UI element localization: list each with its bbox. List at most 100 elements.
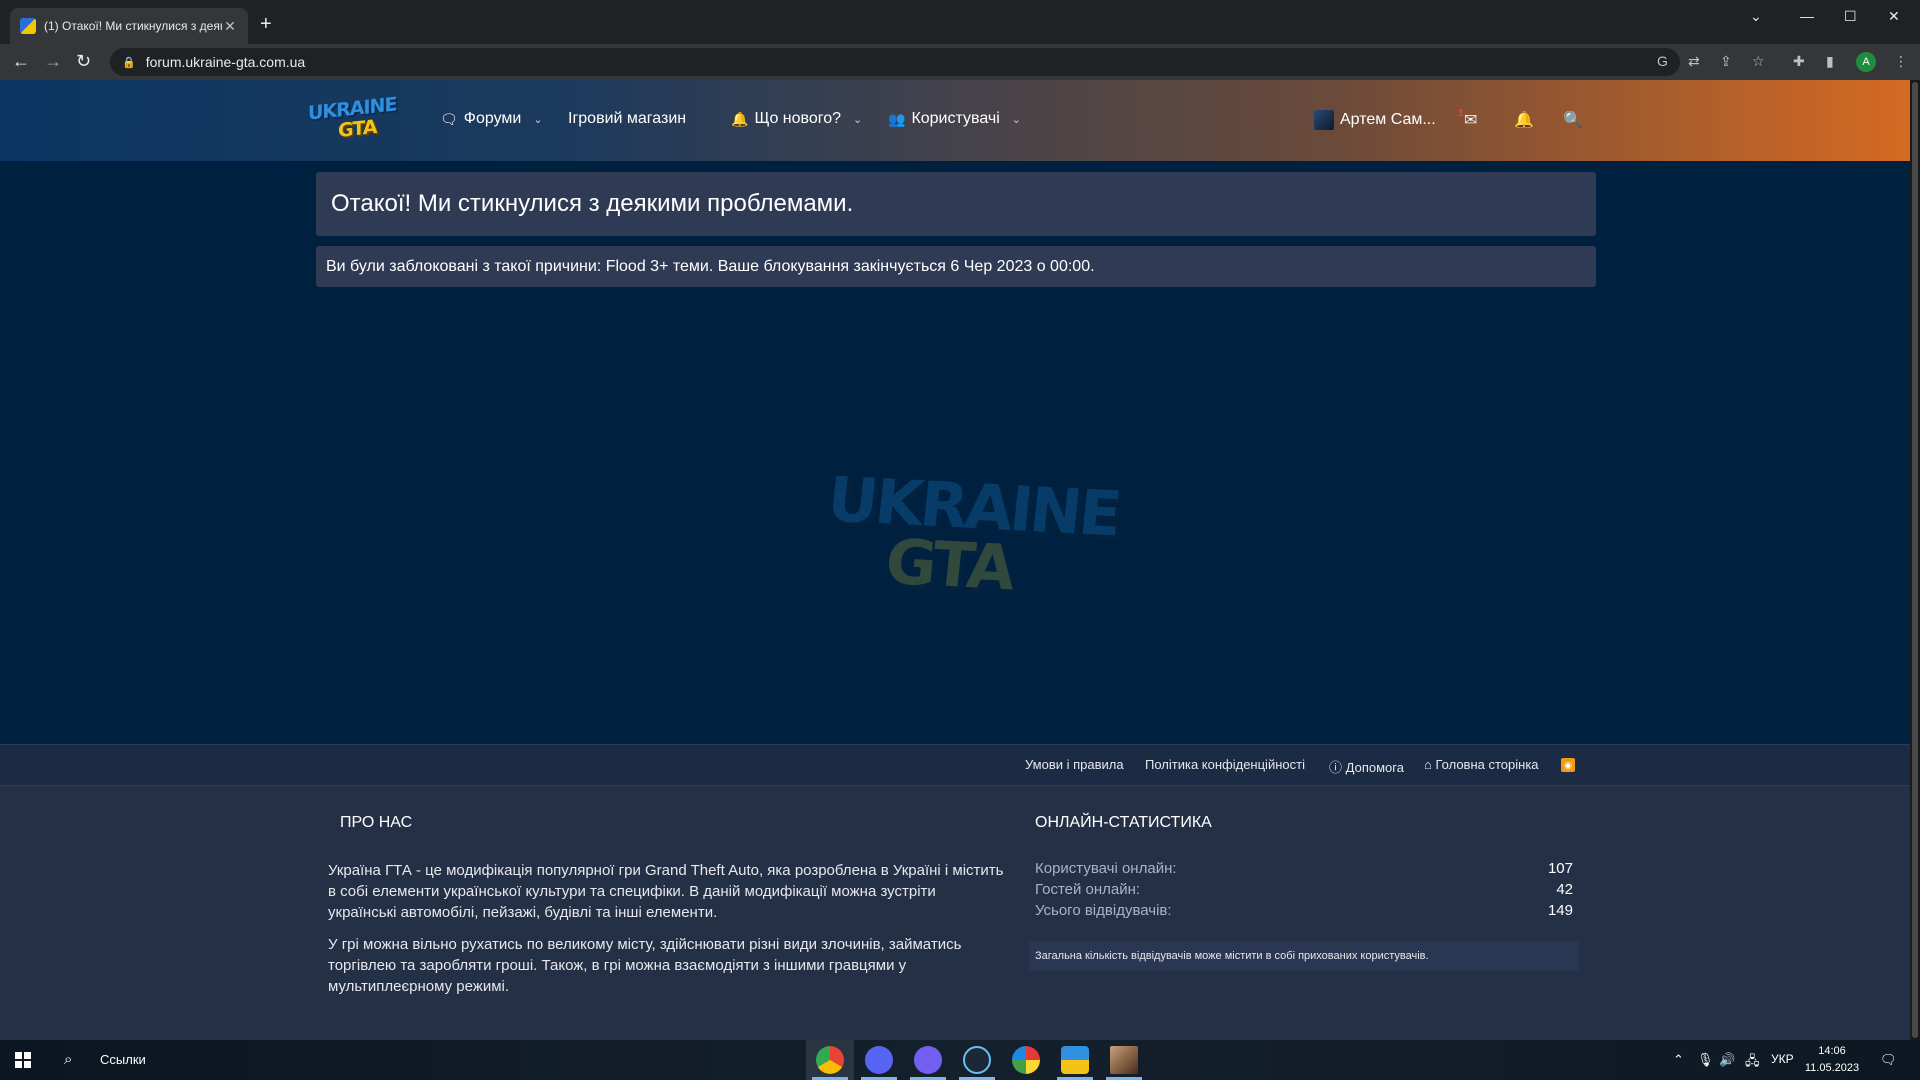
page-scrollbar[interactable] bbox=[1910, 80, 1920, 1040]
user-menu[interactable]: Артем Сам... bbox=[1314, 110, 1436, 130]
about-paragraph-2: У грі можна вільно рухатись по великому … bbox=[328, 936, 962, 995]
about-heading: ПРО НАС bbox=[340, 814, 413, 831]
logo-text-gta: GTA bbox=[338, 115, 377, 143]
side-panel-icon[interactable]: ▮ bbox=[1826, 53, 1834, 70]
inbox-icon[interactable]: ✉ bbox=[1464, 110, 1477, 130]
lock-icon[interactable]: 🔒 bbox=[122, 56, 136, 69]
notifications-icon[interactable]: 🗨 bbox=[1880, 1052, 1897, 1068]
help-link[interactable]: ⓘ Допомога bbox=[1329, 757, 1404, 776]
translate-icon[interactable]: ⇄ bbox=[1688, 53, 1700, 70]
stat-label: Гостей онлайн: bbox=[1035, 881, 1141, 898]
question-circle-icon: ⓘ bbox=[1329, 760, 1343, 775]
forward-icon[interactable]: → bbox=[44, 51, 62, 71]
clock-time: 14:06 bbox=[1818, 1045, 1846, 1057]
steam-icon[interactable] bbox=[963, 1046, 991, 1074]
user-name: Артем Сам... bbox=[1340, 111, 1436, 128]
browser-tab[interactable]: (1) Отакої! Ми стикнулися з деякими проб… bbox=[10, 8, 248, 44]
privacy-link[interactable]: Політика конфіденційності bbox=[1145, 757, 1305, 772]
home-icon: ⌂ bbox=[1424, 757, 1432, 772]
scrollbar-thumb[interactable] bbox=[1912, 82, 1918, 1038]
volume-icon[interactable]: 🔊 bbox=[1719, 1052, 1735, 1068]
site-logo[interactable]: UKRAINE GTA bbox=[308, 93, 396, 144]
discord-icon[interactable] bbox=[865, 1046, 893, 1074]
stat-value: 107 bbox=[1547, 860, 1573, 877]
color-picker-app-icon[interactable] bbox=[1012, 1046, 1040, 1074]
address-bar[interactable]: 🔒 forum.ukraine-gta.com.ua bbox=[110, 48, 1680, 76]
ban-message: Ви були заблоковані з такої причини: Flo… bbox=[316, 246, 1596, 287]
minimize-icon[interactable]: — bbox=[1800, 8, 1814, 24]
network-icon[interactable]: 🖧 bbox=[1745, 1052, 1760, 1074]
nav-forums-label: Форуми bbox=[463, 110, 522, 127]
watermark-text-gta: GTA bbox=[882, 524, 1017, 605]
reload-icon[interactable]: ↻ bbox=[76, 51, 91, 71]
error-title: Отакої! Ми стикнулися з деякими проблема… bbox=[316, 172, 1596, 236]
extensions-icon[interactable]: ✚ bbox=[1793, 53, 1805, 70]
windows-start-icon[interactable] bbox=[15, 1052, 31, 1068]
game-app-icon[interactable] bbox=[1110, 1046, 1138, 1074]
close-tab-icon[interactable]: ✕ bbox=[222, 18, 238, 35]
avatar bbox=[1314, 110, 1334, 130]
url-text[interactable]: forum.ukraine-gta.com.ua bbox=[146, 54, 306, 70]
nav-whats-new-label: Що нового? bbox=[754, 110, 842, 127]
nav-members[interactable]: 👥 Користувачі ⌄ bbox=[888, 110, 1021, 128]
close-window-icon[interactable]: ✕ bbox=[1888, 8, 1900, 25]
maximize-icon[interactable]: ☐ bbox=[1844, 8, 1857, 25]
windows-taskbar: ⌕ Ссылки ⌃ 🎙 🔊 🖧 УКР 14:06 11.05.2023 🗨 bbox=[0, 1040, 1920, 1080]
nav-whats-new[interactable]: 🔔 Що нового? ⌄ bbox=[731, 110, 862, 128]
ukraine-gta-launcher-icon[interactable] bbox=[1061, 1046, 1089, 1074]
tab-search-chevron-icon[interactable]: ⌄ bbox=[1750, 8, 1762, 25]
taskbar-clock[interactable]: 14:06 11.05.2023 bbox=[1804, 1043, 1860, 1077]
nav-members-label: Користувачі bbox=[911, 110, 1000, 127]
bookmark-star-icon[interactable]: ☆ bbox=[1752, 53, 1765, 70]
stat-value: 149 bbox=[1547, 902, 1573, 919]
stat-row-total-visitors: Усього відвідувачів: 149 bbox=[1035, 902, 1573, 919]
tray-overflow-chevron-icon[interactable]: ⌃ bbox=[1673, 1052, 1684, 1068]
rss-icon[interactable]: ◉ bbox=[1561, 758, 1575, 772]
web-page: UKRAINE GTA 🗨 Форуми ⌄ Ігровий магазин 🔔… bbox=[0, 80, 1910, 1040]
search-icon[interactable]: 🔍 bbox=[1563, 110, 1583, 130]
google-icon[interactable]: G bbox=[1657, 53, 1668, 69]
footer-links-bar: Умови і правила Політика конфіденційност… bbox=[0, 744, 1910, 786]
home-link[interactable]: ⌂ Головна сторінка bbox=[1424, 757, 1539, 772]
stats-heading: ОНЛАЙН-СТАТИСТИКА bbox=[1035, 814, 1212, 831]
stat-value: 42 bbox=[1556, 881, 1573, 898]
bell-icon: 🔔 bbox=[731, 110, 749, 127]
stat-row-guests-online: Гостей онлайн: 42 bbox=[1035, 881, 1573, 898]
clock-date: 11.05.2023 bbox=[1804, 1062, 1860, 1074]
back-icon[interactable]: ← bbox=[12, 51, 30, 71]
chevron-down-icon[interactable]: ⌄ bbox=[533, 113, 542, 126]
chevron-down-icon[interactable]: ⌄ bbox=[1012, 113, 1021, 126]
site-footer: ПРО НАС Україна ГТА - це модифікація поп… bbox=[0, 786, 1910, 1040]
browser-toolbar: ← → ↻ 🔒 forum.ukraine-gta.com.ua G ⇄ ⇪ ☆… bbox=[0, 44, 1920, 80]
nav-store[interactable]: Ігровий магазин bbox=[568, 110, 686, 128]
users-icon: 👥 bbox=[888, 110, 906, 127]
profile-avatar[interactable]: A bbox=[1856, 52, 1876, 72]
site-favicon-icon bbox=[20, 18, 36, 34]
terms-link[interactable]: Умови і правила bbox=[1025, 757, 1124, 772]
home-link-label: Головна сторінка bbox=[1435, 757, 1539, 772]
background-watermark-logo: UKRAINE GTA bbox=[820, 463, 1122, 610]
taskbar-search-icon[interactable]: ⌕ bbox=[64, 1051, 72, 1068]
taskbar-search-label[interactable]: Ссылки bbox=[100, 1052, 146, 1067]
help-link-label: Допомога bbox=[1345, 760, 1404, 775]
chrome-icon[interactable] bbox=[816, 1046, 844, 1074]
stat-label: Усього відвідувачів: bbox=[1035, 902, 1172, 919]
about-paragraph-1: Україна ГТА - це модифікація популярної … bbox=[328, 862, 1004, 921]
share-icon[interactable]: ⇪ bbox=[1720, 53, 1732, 70]
language-indicator[interactable]: УКР bbox=[1771, 1052, 1794, 1066]
site-header: UKRAINE GTA 🗨 Форуми ⌄ Ігровий магазин 🔔… bbox=[0, 80, 1910, 161]
microphone-icon[interactable]: 🎙 bbox=[1697, 1052, 1714, 1068]
stats-note: Загальна кількість відвідувачів може міс… bbox=[1029, 942, 1579, 970]
nav-store-label: Ігровий магазин bbox=[568, 110, 687, 127]
inbox-badge: 1 bbox=[1458, 108, 1464, 119]
tab-title: (1) Отакої! Ми стикнулися з деякими проб… bbox=[44, 19, 222, 33]
alerts-bell-icon[interactable]: 🔔 bbox=[1514, 110, 1534, 130]
menu-kebab-icon[interactable]: ⋮ bbox=[1894, 53, 1908, 70]
new-tab-button[interactable]: + bbox=[260, 14, 272, 34]
nav-forums[interactable]: 🗨 Форуми ⌄ bbox=[440, 110, 543, 128]
stat-label: Користувачі онлайн: bbox=[1035, 860, 1177, 877]
chevron-down-icon[interactable]: ⌄ bbox=[853, 113, 862, 126]
comment-icon: 🗨 bbox=[440, 110, 458, 127]
viber-icon[interactable] bbox=[914, 1046, 942, 1074]
browser-tab-strip: (1) Отакої! Ми стикнулися з деякими проб… bbox=[0, 0, 1920, 44]
